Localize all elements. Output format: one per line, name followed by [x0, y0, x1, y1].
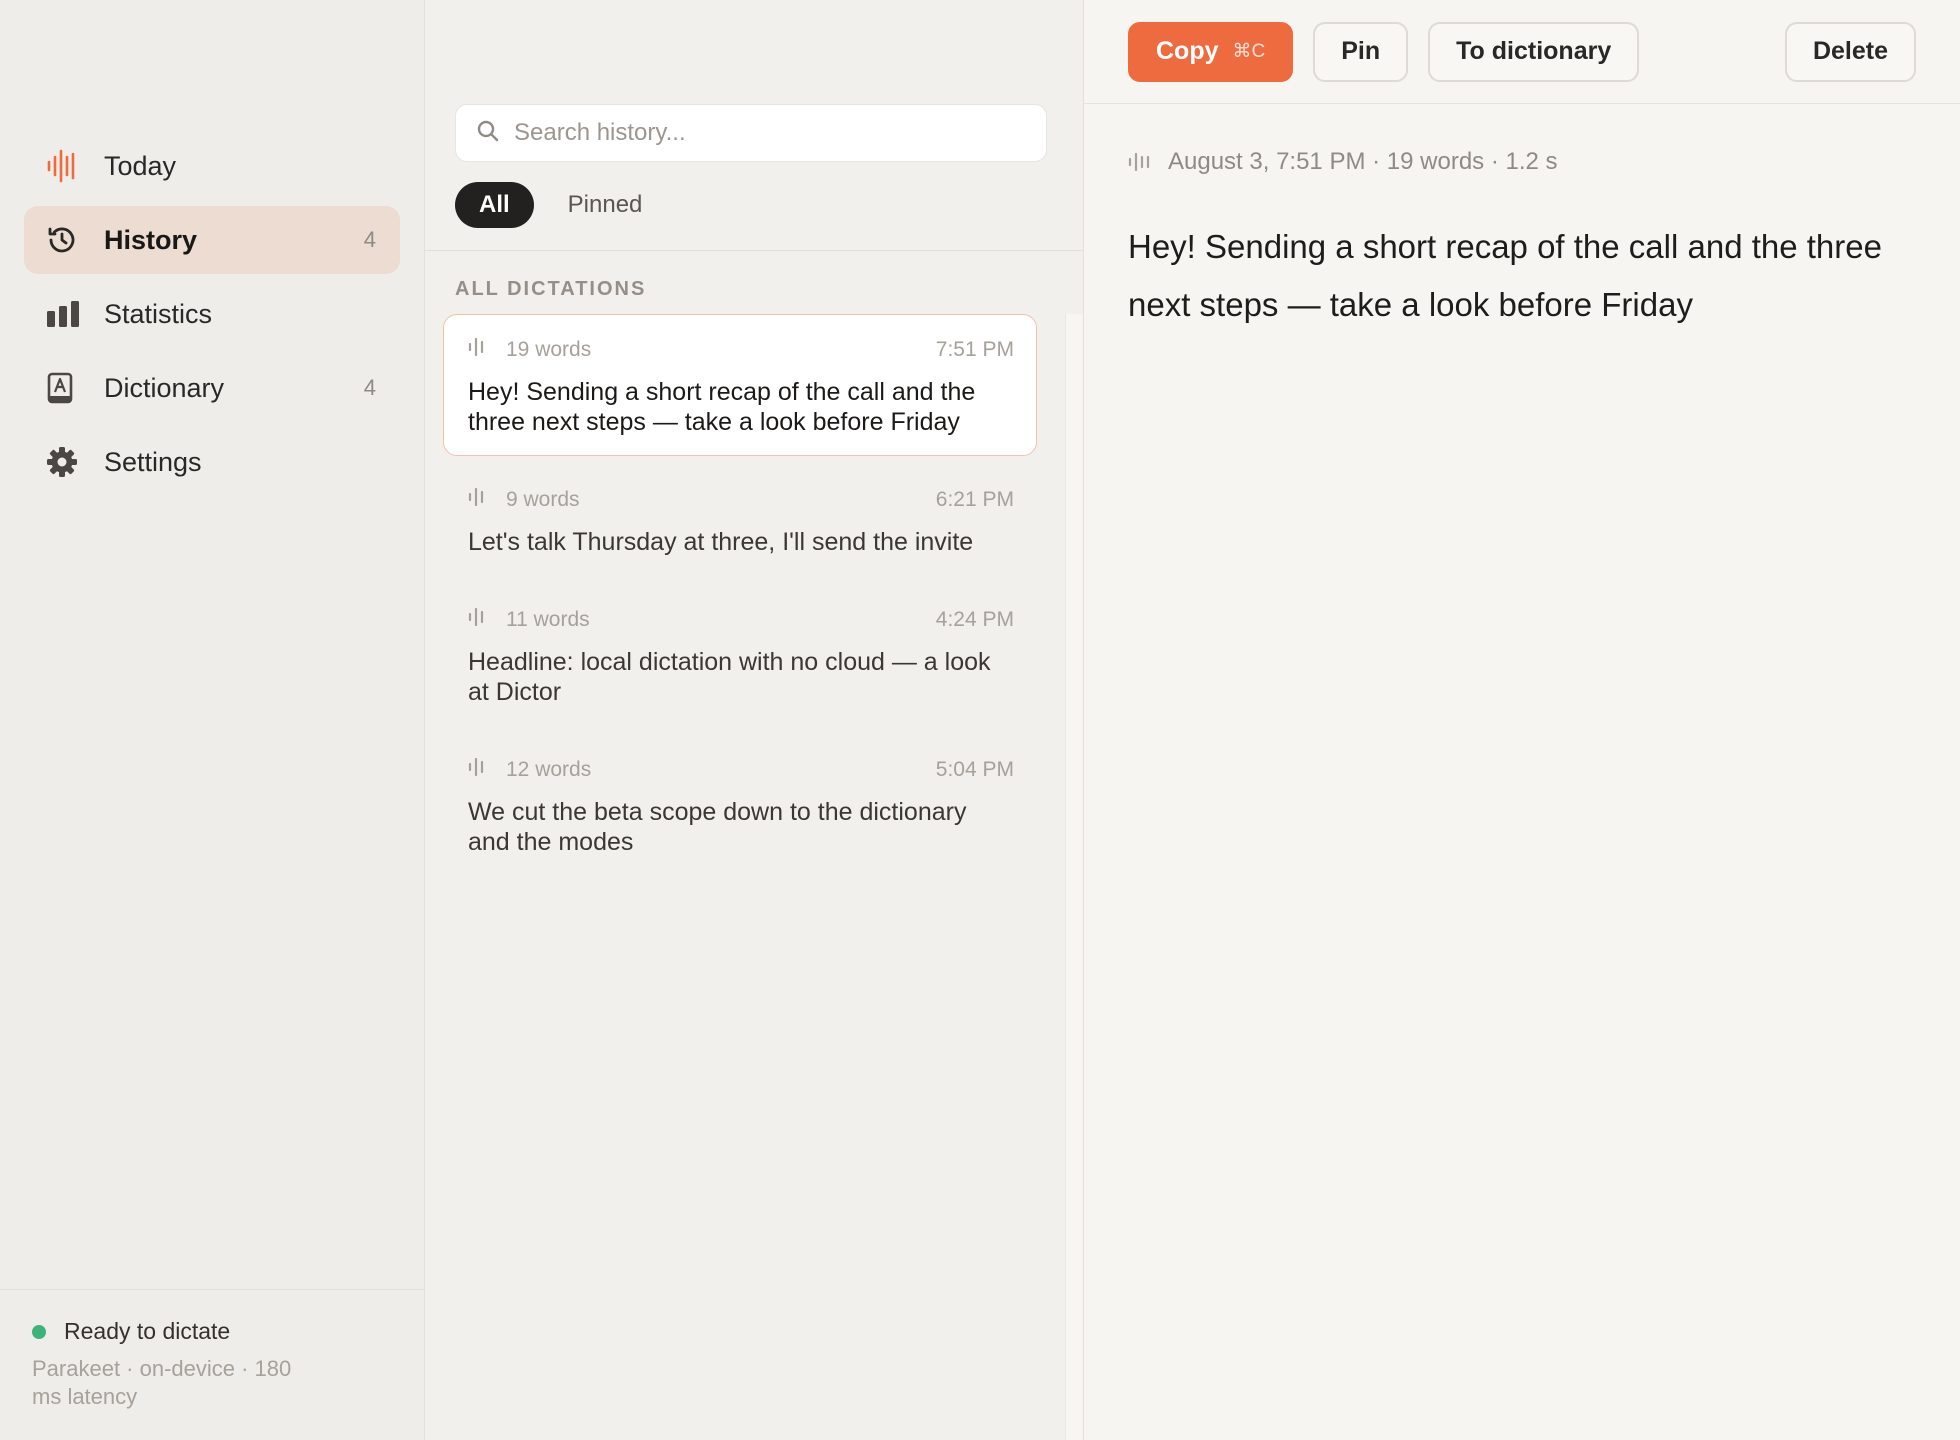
waveform-icon	[1128, 152, 1150, 172]
search-box	[455, 104, 1047, 162]
sidebar-item-count: 4	[363, 227, 376, 252]
list-item[interactable]: 9 words 6:21 PM Let's talk Thursday at t…	[443, 464, 1037, 576]
status-row: Ready to dictate	[32, 1318, 392, 1345]
sidebar-item-label: Settings	[104, 446, 202, 477]
status-text: Ready to dictate	[64, 1318, 231, 1344]
status-indicator-dot	[32, 1324, 46, 1339]
copy-button-label: Copy	[1156, 37, 1219, 65]
waveform-icon	[468, 487, 484, 513]
sidebar-item-settings[interactable]: Settings	[24, 428, 400, 496]
sidebar-item-label: Statistics	[104, 298, 213, 329]
item-word-count: 9 words	[506, 488, 580, 511]
waveform-icon	[468, 337, 484, 363]
item-word-count: 11 words	[506, 608, 590, 631]
pin-button[interactable]: Pin	[1313, 21, 1409, 82]
detail-toolbar: Copy ⌘C Pin To dictionary Delete	[1084, 0, 1960, 104]
list-item[interactable]: 11 words 4:24 PM Headline: local dictati…	[443, 584, 1037, 726]
detail-meta-text: August 3, 7:51 PM · 19 words · 1.2 s	[1168, 148, 1558, 175]
filter-tabs: All Pinned	[455, 182, 676, 228]
item-time: 5:04 PM	[935, 758, 1014, 781]
dictation-text: Hey! Sending a short recap of the call a…	[1128, 228, 1882, 323]
filter-all[interactable]: All	[455, 182, 534, 228]
delete-button[interactable]: Delete	[1784, 21, 1916, 82]
item-time: 7:51 PM	[935, 338, 1014, 361]
item-meta: 19 words 7:51 PM	[468, 337, 1014, 363]
section-title: ALL DICTATIONS	[455, 278, 647, 300]
waveform-icon	[468, 757, 484, 783]
detail-meta: August 3, 7:51 PM · 19 words · 1.2 s	[1128, 148, 1558, 176]
item-meta: 9 words 6:21 PM	[468, 487, 1014, 513]
sidebar-item-label: Dictionary	[104, 372, 225, 403]
sidebar-item-count: 4	[363, 375, 376, 400]
app-window: Today History 4 Statistics Dictionary 4 …	[0, 0, 1960, 1440]
filter-pinned[interactable]: Pinned	[544, 182, 667, 228]
item-meta: 11 words 4:24 PM	[468, 607, 1014, 633]
list-item[interactable]: 12 words 5:04 PM We cut the beta scope d…	[443, 734, 1037, 876]
dictionary-icon	[46, 372, 88, 404]
waveform-icon	[468, 607, 484, 633]
sidebar-item-label: History	[104, 224, 198, 255]
divider	[425, 250, 1083, 251]
item-word-count: 19 words	[506, 338, 592, 361]
copy-button[interactable]: Copy ⌘C	[1128, 21, 1294, 82]
item-text: Let's talk Thursday at three, I'll send …	[468, 528, 974, 556]
item-text: Hey! Sending a short recap of the call a…	[468, 378, 976, 436]
history-icon	[46, 224, 88, 256]
sidebar-item-history[interactable]: History 4	[24, 206, 400, 274]
item-text: We cut the beta scope down to the dictio…	[468, 798, 967, 856]
dictation-list: 19 words 7:51 PM Hey! Sending a short re…	[443, 314, 1037, 884]
gear-icon	[46, 446, 88, 478]
item-word-count: 12 words	[506, 758, 592, 781]
engine-info: Parakeet · on-device · 180 ms latency	[32, 1356, 292, 1409]
history-list-pane: All Pinned ALL DICTATIONS 19 words 7:51 …	[425, 0, 1084, 1440]
sidebar-item-today[interactable]: Today	[24, 132, 400, 200]
sidebar-item-statistics[interactable]: Statistics	[24, 280, 400, 348]
to-dictionary-button[interactable]: To dictionary	[1428, 21, 1640, 82]
sidebar-item-dictionary[interactable]: Dictionary 4	[24, 354, 400, 422]
waveform-icon	[46, 149, 88, 183]
item-time: 4:24 PM	[935, 608, 1014, 631]
search-input[interactable]	[514, 119, 1026, 147]
dictation-status: Ready to dictate Parakeet · on-device · …	[0, 1289, 424, 1440]
list-item[interactable]: 19 words 7:51 PM Hey! Sending a short re…	[443, 314, 1037, 456]
bar-chart-icon	[46, 298, 88, 330]
item-meta: 12 words 5:04 PM	[468, 757, 1014, 783]
search-icon	[476, 119, 500, 148]
sidebar: Today History 4 Statistics Dictionary 4 …	[0, 0, 425, 1440]
item-time: 6:21 PM	[935, 488, 1014, 511]
sidebar-item-label: Today	[104, 150, 177, 181]
sidebar-nav: Today History 4 Statistics Dictionary 4 …	[24, 132, 400, 502]
detail-pane: Copy ⌘C Pin To dictionary Delete August …	[1084, 0, 1960, 1440]
copy-shortcut: ⌘C	[1232, 41, 1266, 62]
list-scrollbar[interactable]	[1065, 314, 1083, 1440]
item-text: Headline: local dictation with no cloud …	[468, 648, 991, 706]
